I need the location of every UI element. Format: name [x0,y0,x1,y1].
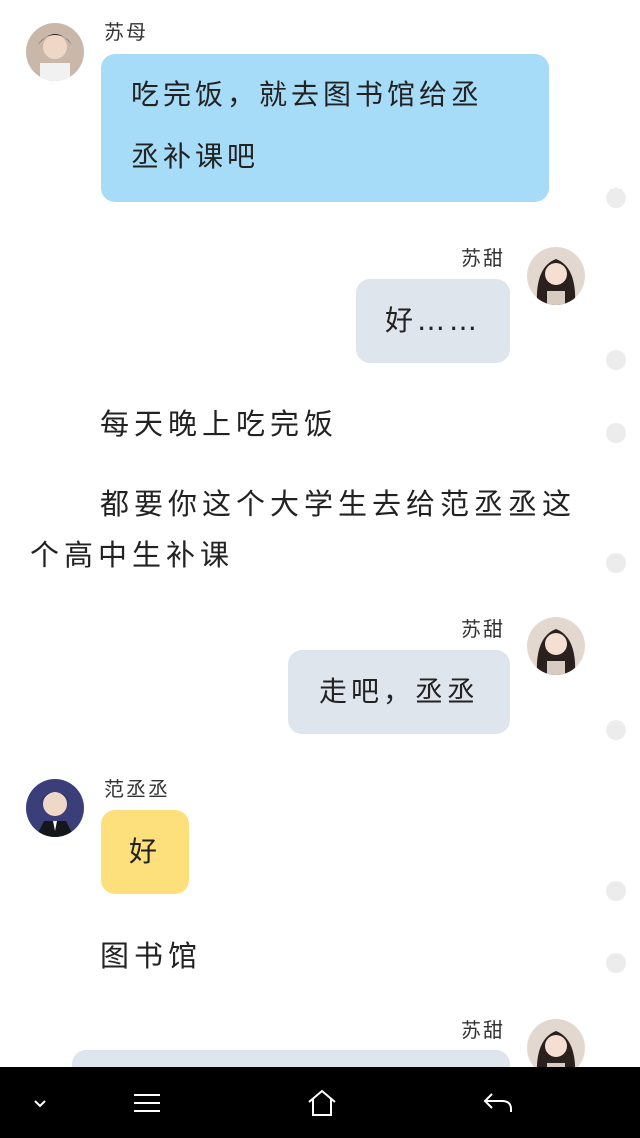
narration-text: 图书馆 [100,939,203,973]
message-bubble-blue: 吃完饭，就去图书馆给丞 丞补课吧 [101,54,549,202]
status-dot [606,720,626,740]
avatar-fan-chengcheng[interactable] [26,779,84,837]
sender-name: 范丞丞 [104,777,170,801]
message-line: 丞补课吧 [131,140,260,173]
avatar-su-tian[interactable] [527,247,585,305]
status-dot [606,953,626,973]
home-icon[interactable] [290,1067,354,1138]
status-dot [606,350,626,370]
sender-name: 苏甜 [461,1018,505,1042]
narration-text: 个高中生补课 [30,538,235,572]
status-dot [606,423,626,443]
status-dot [606,188,626,208]
sender-name: 苏甜 [461,617,505,641]
navigation-bar [0,1067,640,1138]
avatar-su-mu[interactable] [26,23,84,81]
message-line: 吃完饭，就去图书馆给丞 [131,78,484,111]
back-icon[interactable] [466,1067,530,1138]
narration-text: 每天晚上吃完饭 [100,407,339,441]
avatar-su-tian[interactable] [527,617,585,675]
message-bubble-gray: 走吧，丞丞 [288,650,510,734]
menu-icon[interactable] [115,1067,179,1138]
status-dot [606,881,626,901]
sender-name: 苏甜 [461,246,505,270]
message-bubble-gray: 好…… [356,279,510,363]
message-bubble-yellow: 好 [101,810,189,894]
sender-name: 苏母 [104,20,148,44]
chevron-down-icon[interactable] [8,1067,72,1138]
status-dot [606,553,626,573]
